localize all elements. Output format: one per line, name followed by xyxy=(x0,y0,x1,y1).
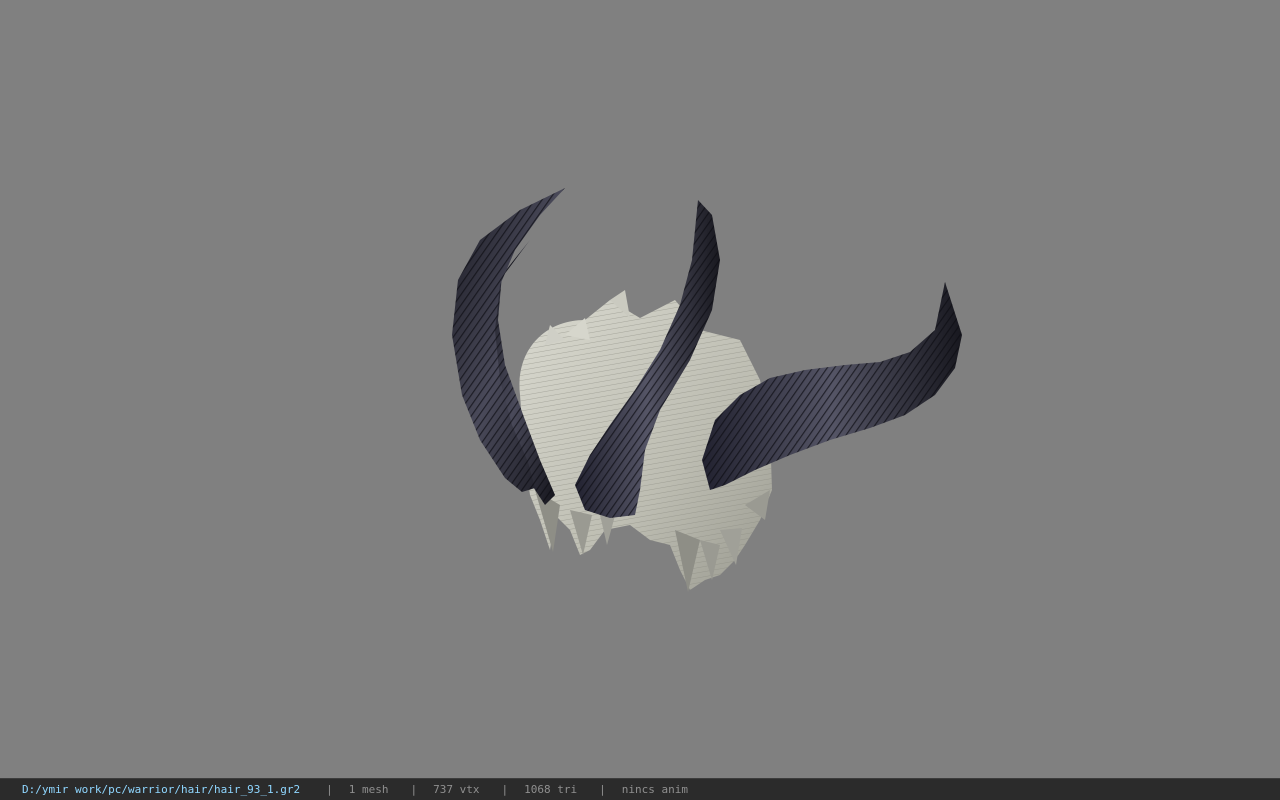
triangle-count-label: 1068 tri xyxy=(524,783,578,796)
3d-viewport[interactable] xyxy=(0,0,1280,778)
mesh-count-label: 1 mesh xyxy=(348,783,389,796)
vertex-count-label: 737 vtx xyxy=(433,783,480,796)
anim-status-label: nincs anim xyxy=(621,783,688,796)
horned-hair-model-icon xyxy=(452,188,962,592)
separator: | xyxy=(326,783,333,796)
separator: | xyxy=(599,783,606,796)
status-bar: D:/ymir work/pc/warrior/hair/hair_93_1.g… xyxy=(0,778,1280,800)
file-path-label: D:/ymir work/pc/warrior/hair/hair_93_1.g… xyxy=(22,783,301,796)
separator: | xyxy=(501,783,509,796)
separator: | xyxy=(410,783,418,796)
